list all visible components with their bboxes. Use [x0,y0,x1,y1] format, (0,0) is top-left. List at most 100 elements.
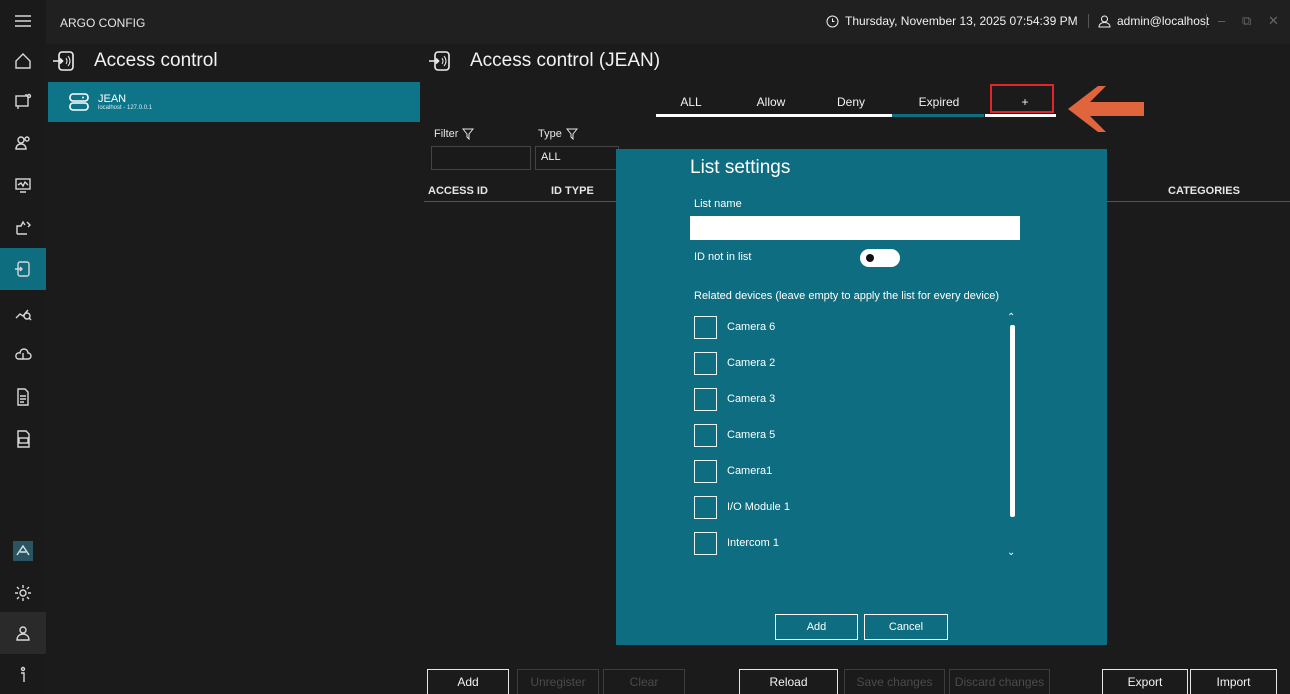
info-icon[interactable] [0,654,46,694]
device-row[interactable]: Intercom 1 [694,531,779,555]
device-label: Camera 5 [727,429,776,441]
column-access-id[interactable]: ACCESS ID [428,185,488,197]
import-button[interactable]: Import [1190,669,1277,694]
device-label: Camera1 [727,465,773,477]
column-categories[interactable]: CATEGORIES [1168,185,1240,197]
list-name-input[interactable] [690,216,1020,240]
log-icon[interactable] [0,418,46,460]
access-control-icon[interactable] [0,248,46,290]
minimize-icon[interactable]: – [1218,13,1225,28]
column-id-type[interactable]: ID TYPE [551,185,594,197]
device-label: Camera 6 [727,321,776,333]
menu-icon[interactable] [0,0,46,42]
users-icon[interactable] [0,122,46,164]
access-control-icon [429,51,450,71]
separator [1088,14,1089,28]
type-select-value: ALL [541,151,561,163]
device-row[interactable]: Camera 3 [694,387,775,411]
save-changes-button[interactable]: Save changes [844,669,945,694]
tab-underline [985,114,1056,117]
device-row[interactable]: Camera 2 [694,351,775,375]
device-checkbox[interactable] [694,423,717,447]
rules-icon[interactable] [0,206,46,248]
reload-button[interactable]: Reload [739,669,838,694]
argo-icon[interactable] [0,530,46,572]
restore-icon[interactable]: ⧉ [1242,13,1251,29]
server-address: localhost - 127.0.0.1 [98,104,153,111]
device-label: Camera 2 [727,357,776,369]
left-panel-title: Access control [94,50,218,71]
device-label: Intercom 1 [727,537,779,549]
device-label: I/O Module 1 [727,501,790,513]
page-title: Access control (JEAN) [470,50,661,71]
device-checkbox[interactable] [694,459,717,483]
tab-deny[interactable]: Deny [816,88,886,116]
scroll-up-icon[interactable]: ⌃ [1007,312,1015,323]
related-devices-label: Related devices (leave empty to apply th… [694,290,1000,302]
id-not-in-list-toggle[interactable] [860,249,900,267]
dialog-title: List settings [690,157,791,178]
devices-icon[interactable] [0,80,46,122]
app-title: ARGO CONFIG [60,16,146,30]
clock-icon [826,15,839,27]
report-icon[interactable] [0,376,46,418]
filter-input[interactable] [431,146,531,170]
server-name: JEAN [98,92,127,105]
home-icon[interactable] [0,40,46,82]
device-row[interactable]: Camera 6 [694,315,775,339]
filter-label: Filter [434,128,475,140]
tab-allow[interactable]: Allow [736,88,806,116]
server-node[interactable]: JEAN localhost - 127.0.0.1 [48,82,420,122]
type-label: Type [538,128,578,140]
filter-icon [462,128,475,140]
datetime-label: Thursday, November 13, 2025 07:54:39 PM [845,14,1078,28]
title-bar: ARGO CONFIG Thursday, November 13, 2025 … [46,0,1290,44]
separator [1206,14,1207,28]
toggle-knob [866,254,874,262]
server-node-text: JEAN localhost - 127.0.0.1 [98,92,153,111]
scroll-down-icon[interactable]: ⌄ [1007,547,1015,558]
cloud-icon[interactable] [0,334,46,376]
tab-expired[interactable]: Expired [904,88,974,116]
device-checkbox[interactable] [694,495,717,519]
account-icon[interactable] [0,612,46,654]
dialog-cancel-button[interactable]: Cancel [864,614,948,640]
add-button[interactable]: Add [427,669,509,694]
device-row[interactable]: I/O Module 1 [694,495,790,519]
tab-all[interactable]: ALL [656,88,726,116]
analytics-icon[interactable] [0,292,46,334]
device-checkbox[interactable] [694,531,717,555]
access-control-icon [53,51,74,71]
user-label: admin@localhost [1117,14,1210,28]
dialog-add-button[interactable]: Add [775,614,858,640]
filter-icon [565,128,578,140]
main-header: Access control (JEAN) [428,50,660,72]
server-icon [69,93,89,111]
close-icon[interactable]: ✕ [1268,13,1279,29]
discard-changes-button[interactable]: Discard changes [949,669,1050,694]
left-panel-header: Access control [52,50,218,72]
device-label: Camera 3 [727,393,776,405]
navigation-rail [0,0,46,694]
export-button[interactable]: Export [1102,669,1188,694]
device-checkbox[interactable] [694,351,717,375]
device-checkbox[interactable] [694,315,717,339]
device-row[interactable]: Camera1 [694,459,772,483]
left-panel: Access control JEAN localhost - 127.0.0.… [46,44,420,694]
user-icon [1098,15,1111,27]
list-name-label: List name [694,198,742,210]
clear-button[interactable]: Clear [603,669,685,694]
tab-underline-active [892,114,984,117]
highlight-box [990,84,1054,113]
list-settings-dialog: List settings List name ID not in list R… [616,149,1107,645]
monitor-icon[interactable] [0,164,46,206]
device-list-scrollbar[interactable] [1010,325,1015,517]
pointer-arrow-icon [1068,86,1144,132]
id-not-in-list-label: ID not in list [694,251,752,263]
unregister-button[interactable]: Unregister [517,669,599,694]
settings-icon[interactable] [0,572,46,614]
tab-underline [656,114,892,117]
device-checkbox[interactable] [694,387,717,411]
device-row[interactable]: Camera 5 [694,423,775,447]
user-menu[interactable]: admin@localhost [1098,14,1209,28]
